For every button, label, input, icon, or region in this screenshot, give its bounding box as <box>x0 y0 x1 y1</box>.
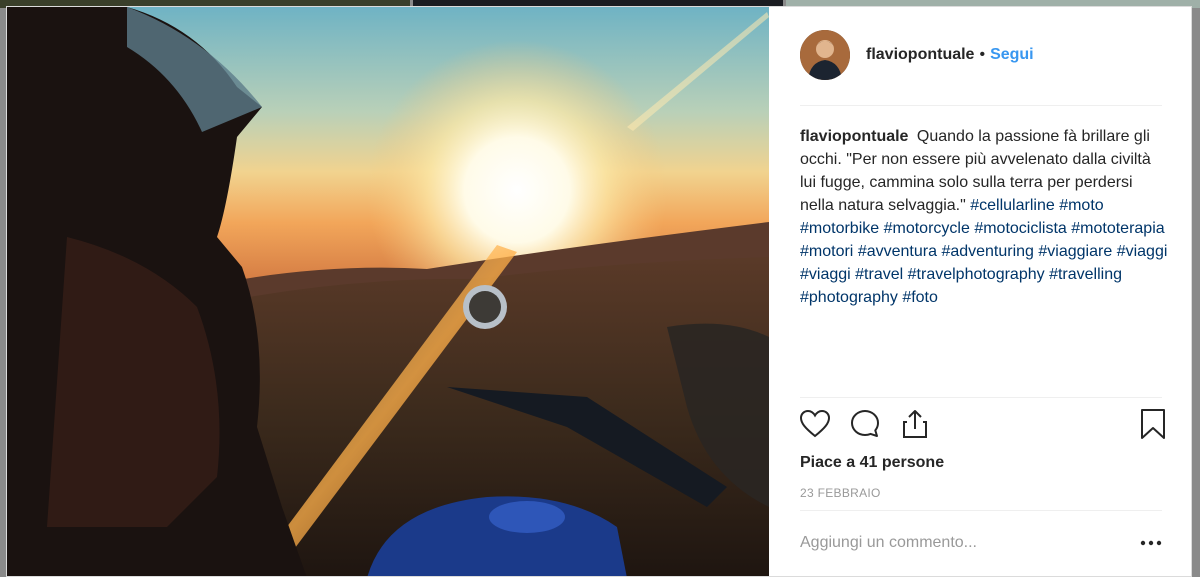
comment-icon <box>851 410 879 437</box>
likes-count[interactable]: Piace a 41 persone <box>800 454 944 472</box>
post-date[interactable]: 23 FEBBRAIO <box>800 486 881 500</box>
hashtag-link[interactable]: #mototerapia <box>1071 220 1164 237</box>
post-actions <box>798 407 1166 447</box>
hashtag-link[interactable]: #moto <box>1059 197 1103 214</box>
divider <box>800 105 1162 106</box>
hashtag-link[interactable]: #photography <box>800 289 898 306</box>
author-username[interactable]: flaviopontuale <box>866 46 974 64</box>
bookmark-icon <box>1141 409 1165 439</box>
caption-username[interactable]: flaviopontuale <box>800 128 908 145</box>
avatar[interactable] <box>800 30 850 80</box>
divider <box>800 397 1162 398</box>
divider <box>800 510 1162 511</box>
post-card: flaviopontuale • Segui flaviopontuale Qu… <box>6 6 1192 577</box>
more-options-icon <box>1140 540 1162 546</box>
hashtag-link[interactable]: #motorbike <box>800 220 879 237</box>
hashtag-link[interactable]: #viaggi <box>1117 243 1168 260</box>
follow-button[interactable]: Segui <box>990 46 1034 64</box>
hashtag-link[interactable]: #viaggiare <box>1038 243 1112 260</box>
more-options-button[interactable] <box>1140 534 1162 552</box>
comment-button[interactable] <box>848 407 882 443</box>
hashtag-link[interactable]: #viaggi <box>800 266 851 283</box>
comment-input[interactable] <box>800 534 1120 552</box>
hashtag-link[interactable]: #adventuring <box>941 243 1034 260</box>
hashtag-link[interactable]: #travelphotography <box>908 266 1045 283</box>
comment-form <box>800 523 1162 563</box>
hashtag-link[interactable]: #cellularline <box>970 197 1055 214</box>
share-icon <box>903 410 927 438</box>
post-caption: flaviopontuale Quando la passione fà bri… <box>800 125 1170 309</box>
like-button[interactable] <box>798 407 832 443</box>
post-photo[interactable] <box>7 7 769 576</box>
post-header: flaviopontuale • Segui <box>800 29 1162 81</box>
sunset-motorcycle-image <box>7 7 769 576</box>
separator-dot: • <box>979 46 986 63</box>
post-side-panel: flaviopontuale • Segui flaviopontuale Qu… <box>770 7 1191 576</box>
hashtag-link[interactable]: #motori <box>800 243 853 260</box>
hashtag-link[interactable]: #foto <box>902 289 938 306</box>
hashtag-link[interactable]: #motociclista <box>974 220 1066 237</box>
share-button[interactable] <box>898 407 932 443</box>
hashtag-link[interactable]: #avventura <box>858 243 937 260</box>
hashtag-link[interactable]: #travel <box>855 266 903 283</box>
hashtag-link[interactable]: #motorcycle <box>884 220 970 237</box>
heart-icon <box>799 409 831 438</box>
hashtag-link[interactable]: #travelling <box>1049 266 1122 283</box>
avatar-photo <box>800 30 850 80</box>
save-button[interactable] <box>1136 407 1170 443</box>
